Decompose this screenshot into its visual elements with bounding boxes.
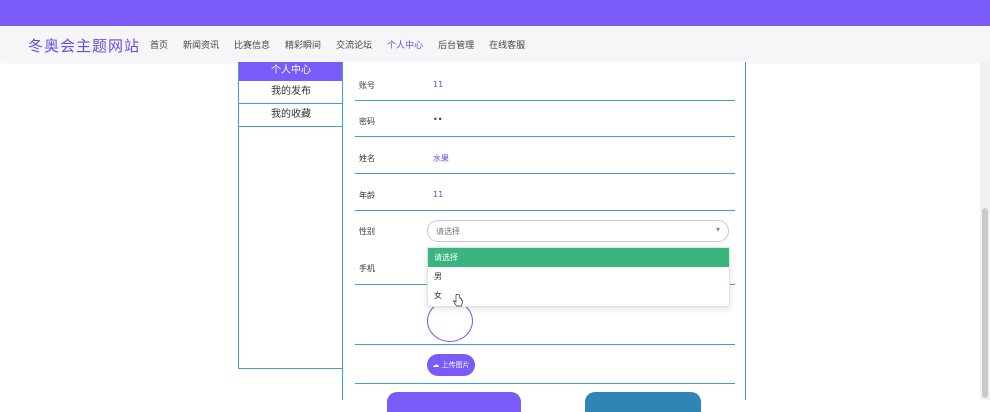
name-value[interactable]: 水果 xyxy=(433,153,449,164)
cloud-upload-icon: ☁ xyxy=(432,361,440,369)
field-label: 手机 xyxy=(359,264,375,273)
age-value[interactable]: 11 xyxy=(433,190,443,199)
submit-button[interactable] xyxy=(387,392,521,412)
account-value[interactable]: 11 xyxy=(433,80,443,89)
profile-sidebar: 个人中心 我的发布 我的收藏 xyxy=(238,62,344,369)
upload-image-button[interactable]: ☁ 上传图片 xyxy=(427,354,475,376)
gender-option[interactable]: 女 xyxy=(428,286,729,305)
nav-item-news[interactable]: 新闻资讯 xyxy=(183,38,219,51)
gender-select[interactable]: 请选择 ▾ xyxy=(427,220,729,242)
main-navbar: 冬奥会主题网站 首页 新闻资讯 比赛信息 精彩瞬间 交流论坛 个人中心 后台管理… xyxy=(0,26,990,62)
form-row-name: 姓名 水果 xyxy=(355,137,735,174)
form-row-upload xyxy=(355,345,735,384)
nav-item-matches[interactable]: 比赛信息 xyxy=(234,38,270,51)
sidebar-title[interactable]: 个人中心 xyxy=(239,62,343,81)
upload-label: 上传图片 xyxy=(441,361,470,369)
form-row-age: 年龄 11 xyxy=(355,174,735,211)
reset-button[interactable] xyxy=(585,392,701,412)
hand-cursor-icon xyxy=(453,294,463,307)
top-accent-bar xyxy=(0,0,990,26)
nav-item-forum[interactable]: 交流论坛 xyxy=(336,38,372,51)
field-label: 年龄 xyxy=(359,191,375,200)
nav-item-admin[interactable]: 后台管理 xyxy=(438,38,474,51)
field-label: 姓名 xyxy=(359,154,375,163)
gender-option[interactable]: 男 xyxy=(428,267,729,286)
chevron-down-icon: ▾ xyxy=(715,225,720,234)
form-row-account: 账号 11 xyxy=(355,62,735,101)
gender-option[interactable]: 请选择 xyxy=(428,248,729,267)
form-row-password: 密码 •• xyxy=(355,101,735,137)
nav-item-highlights[interactable]: 精彩瞬间 xyxy=(285,38,321,51)
scrollbar-thumb[interactable] xyxy=(982,208,988,398)
sidebar-item-favorites[interactable]: 我的收藏 xyxy=(239,104,343,127)
field-label: 密码 xyxy=(359,117,375,126)
field-label: 账号 xyxy=(359,81,375,90)
nav-item-support[interactable]: 在线客服 xyxy=(489,38,525,51)
gender-dropdown: 请选择 男 女 xyxy=(427,247,730,307)
nav-menu: 首页 新闻资讯 比赛信息 精彩瞬间 交流论坛 个人中心 后台管理 在线客服 xyxy=(150,38,540,51)
site-title[interactable]: 冬奥会主题网站 xyxy=(28,35,140,56)
gender-placeholder: 请选择 xyxy=(436,227,460,236)
field-label: 性别 xyxy=(359,227,375,236)
password-value[interactable]: •• xyxy=(433,115,442,124)
sidebar-item-my-posts[interactable]: 我的发布 xyxy=(239,81,343,104)
profile-form: 账号 11 密码 •• 姓名 水果 年龄 11 性别 手机 请选择 ▾ ☁ 上传… xyxy=(342,62,746,412)
nav-item-profile[interactable]: 个人中心 xyxy=(387,38,423,51)
nav-item-home[interactable]: 首页 xyxy=(150,38,168,51)
